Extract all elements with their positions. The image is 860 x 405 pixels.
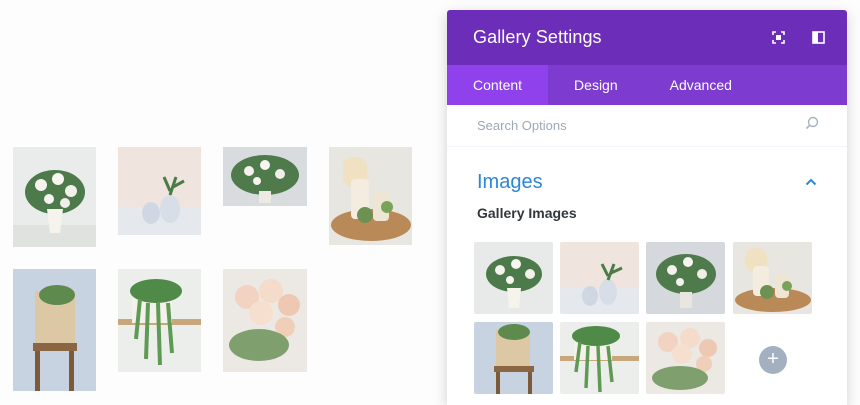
split-view-icon[interactable] [809, 28, 827, 46]
page: Gallery Settings Content Design Advanced [0, 0, 860, 405]
gallery-image-5[interactable] [13, 269, 96, 391]
gallery-image-1[interactable] [13, 147, 96, 247]
gallery-field-image-1[interactable] [474, 242, 553, 314]
image-photo [118, 269, 201, 372]
search-icon[interactable] [805, 116, 819, 135]
gallery-field-image-4[interactable] [733, 242, 812, 314]
fullscreen-icon[interactable] [769, 28, 787, 46]
chevron-up-icon[interactable] [805, 173, 817, 191]
gallery-image-7[interactable] [223, 269, 307, 372]
tab-content[interactable]: Content [447, 65, 549, 105]
gallery-image-6[interactable] [118, 269, 201, 372]
gallery-field-image-2[interactable] [560, 242, 639, 314]
image-photo [474, 322, 553, 394]
image-photo [560, 242, 639, 314]
image-photo [560, 322, 639, 394]
add-image-button[interactable]: + [759, 346, 787, 374]
gallery-image-3[interactable] [223, 147, 307, 206]
gallery-field-image-3[interactable] [646, 242, 725, 314]
gallery-field-image-6[interactable] [560, 322, 639, 394]
gallery-settings-panel: Gallery Settings Content Design Advanced [447, 10, 847, 405]
image-photo [474, 242, 553, 314]
image-photo [13, 147, 96, 247]
panel-header: Gallery Settings [447, 10, 847, 65]
image-photo [223, 269, 307, 372]
tab-bar: Content Design Advanced [447, 65, 847, 105]
gallery-field-image-7[interactable] [646, 322, 725, 394]
search-options-input[interactable] [477, 118, 757, 133]
panel-title: Gallery Settings [473, 27, 602, 47]
tab-design[interactable]: Design [548, 65, 644, 105]
tab-advanced[interactable]: Advanced [644, 65, 758, 105]
image-photo [646, 322, 725, 394]
gallery-field-image-5[interactable] [474, 322, 553, 394]
gallery-image-4[interactable] [329, 147, 412, 245]
section-title: Images [477, 170, 543, 193]
image-photo [329, 147, 412, 245]
image-photo [118, 147, 201, 235]
image-photo [646, 242, 725, 314]
gallery-image-2[interactable] [118, 147, 201, 235]
header-icons [769, 28, 827, 46]
image-photo [223, 147, 307, 206]
image-photo [13, 269, 96, 391]
search-row [447, 105, 847, 147]
image-photo [733, 242, 812, 314]
gallery-images-label: Gallery Images [477, 205, 577, 221]
add-icon: + [767, 348, 779, 370]
